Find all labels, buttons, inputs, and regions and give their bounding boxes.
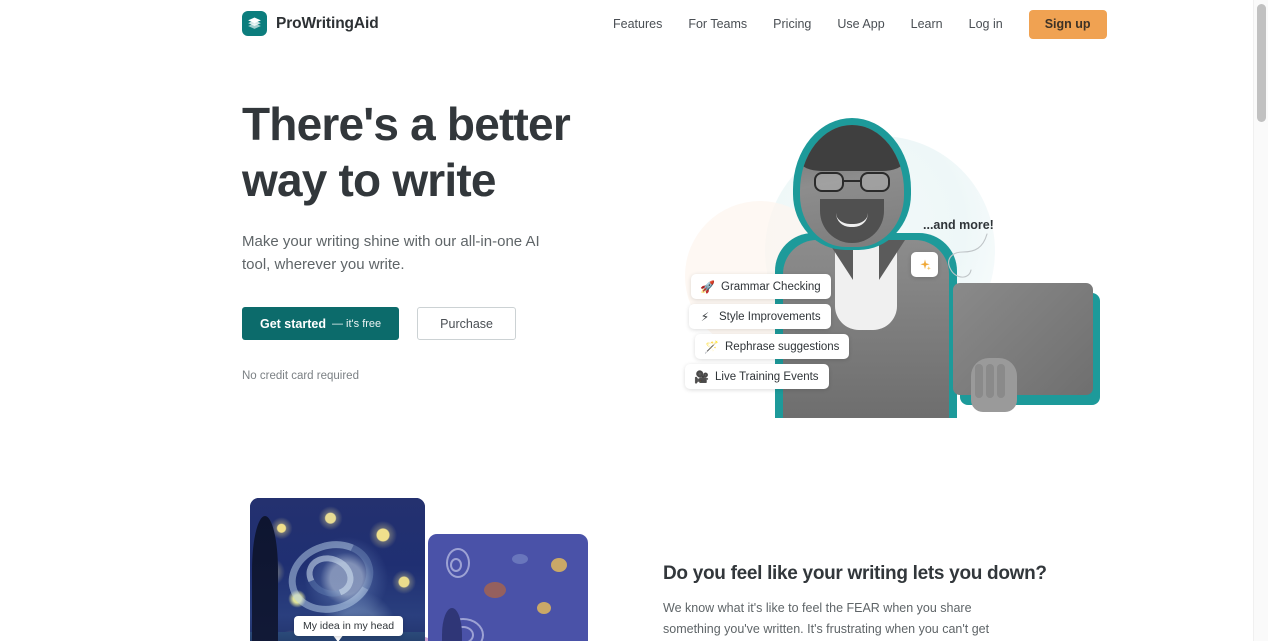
glasses-icon	[814, 172, 890, 192]
page-scrollbar[interactable]	[1253, 0, 1268, 641]
finger	[986, 364, 994, 398]
star-blob	[537, 602, 551, 614]
star-blob	[512, 554, 528, 564]
glasses-bridge	[844, 180, 860, 183]
and-more-label: ...and more!	[923, 218, 994, 232]
feature-card-grammar-checking[interactable]: 🚀 Grammar Checking	[691, 274, 831, 299]
nav-pricing[interactable]: Pricing	[760, 0, 824, 48]
person-collar-right	[879, 240, 905, 280]
nav-log-in[interactable]: Log in	[956, 0, 1016, 48]
person-hair	[800, 125, 904, 171]
hero-copy: There's a better way to write Make your …	[242, 96, 642, 382]
cypress-shape	[442, 608, 462, 641]
book-pages-icon	[242, 11, 267, 36]
feature-card-label: Rephrase suggestions	[725, 340, 840, 353]
cypress-tree	[252, 516, 278, 641]
scrollbar-thumb[interactable]	[1257, 4, 1266, 122]
glasses-lens-left	[814, 172, 844, 192]
video-camera-icon: 🎥	[694, 369, 709, 384]
person-head	[800, 125, 904, 247]
hero-title: There's a better way to write	[242, 98, 571, 206]
artwork-comparison: My idea in my head	[250, 498, 630, 641]
swirl-decoration	[450, 558, 462, 572]
browser-viewport: ProWritingAid Features For Teams Pricing…	[0, 0, 1268, 641]
simplified-painting	[428, 534, 588, 641]
get-started-free-tag: — it's free	[332, 317, 382, 330]
magic-wand-icon: 🪄	[704, 339, 719, 354]
nav-features[interactable]: Features	[600, 0, 675, 48]
writing-lets-you-down-section: My idea in my head Do you feel like your…	[0, 468, 1253, 641]
brand-logo-link[interactable]: ProWritingAid	[242, 11, 379, 36]
glasses-lens-right	[860, 172, 890, 192]
finger	[997, 364, 1005, 398]
main-navigation: Features For Teams Pricing Use App Learn…	[600, 0, 1107, 48]
feature-card-list: 🚀 Grammar Checking ⚡ Style Improvements …	[685, 274, 850, 394]
image-caption: My idea in my head	[294, 616, 404, 636]
feature-card-label: Live Training Events	[715, 370, 819, 383]
purchase-button[interactable]: Purchase	[417, 307, 516, 340]
sparkles-icon	[911, 252, 938, 277]
section2-copy: Do you feel like your writing lets you d…	[663, 563, 1047, 641]
site-header: ProWritingAid Features For Teams Pricing…	[0, 0, 1253, 48]
star-blob	[551, 558, 567, 572]
nav-use-app[interactable]: Use App	[824, 0, 897, 48]
section2-title: Do you feel like your writing lets you d…	[663, 563, 1047, 584]
no-credit-card-note: No credit card required	[242, 370, 359, 382]
finger	[975, 364, 983, 398]
rocket-icon: 🚀	[700, 279, 715, 294]
star-blob	[484, 582, 506, 598]
hero-illustration: 🚀 Grammar Checking ⚡ Style Improvements …	[655, 106, 1100, 436]
feature-card-live-training-events[interactable]: 🎥 Live Training Events	[685, 364, 829, 389]
section2-body: We know what it's like to feel the FEAR …	[663, 601, 990, 636]
page-content: ProWritingAid Features For Teams Pricing…	[0, 0, 1253, 641]
feature-card-label: Grammar Checking	[721, 280, 821, 293]
nav-learn[interactable]: Learn	[898, 0, 956, 48]
brand-name: ProWritingAid	[276, 14, 379, 32]
get-started-button[interactable]: Get started — it's free	[242, 307, 400, 340]
feature-card-style-improvements[interactable]: ⚡ Style Improvements	[689, 304, 831, 329]
get-started-label: Get started	[260, 316, 326, 331]
hero-section: There's a better way to write Make your …	[0, 48, 1253, 468]
sign-up-button[interactable]: Sign up	[1028, 9, 1107, 39]
hero-cta-group: Get started — it's free Purchase	[242, 307, 642, 340]
person-hand	[971, 358, 1017, 412]
feature-card-label: Style Improvements	[719, 310, 821, 323]
nav-for-teams[interactable]: For Teams	[675, 0, 760, 48]
lightning-icon: ⚡	[700, 309, 710, 324]
hero-subtitle: Make your writing shine with our all-in-…	[242, 233, 540, 273]
feature-card-rephrase-suggestions[interactable]: 🪄 Rephrase suggestions	[695, 334, 850, 359]
